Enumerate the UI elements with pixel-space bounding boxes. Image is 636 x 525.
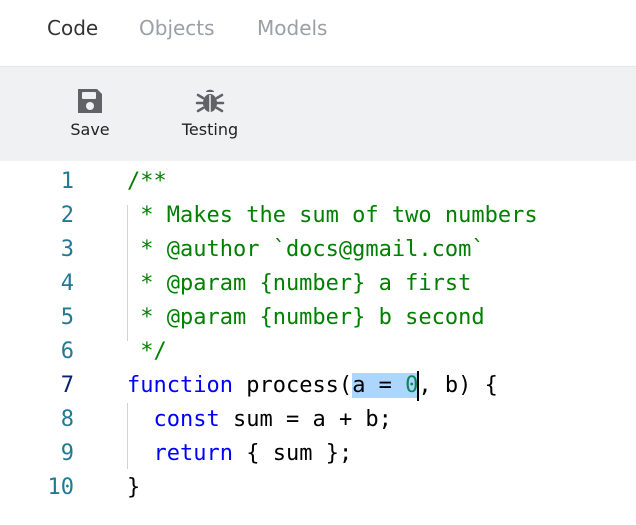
code-token: * @author `docs@gmail.com` <box>127 237 485 262</box>
code-line[interactable]: } <box>127 471 636 505</box>
code-line[interactable]: function process(a = 0, b) { <box>127 369 636 403</box>
line-number: 7 <box>60 373 74 398</box>
code-line[interactable]: * @param {number} b second <box>127 301 636 335</box>
toolbar: Save Testing <box>0 66 636 161</box>
save-icon <box>78 89 102 113</box>
selected-token: a = <box>352 373 406 398</box>
tab-objects[interactable]: Objects <box>139 16 215 40</box>
tab-code[interactable]: Code <box>47 16 98 40</box>
code-editor[interactable]: 1 2 3 4 5 6 7 8 9 10 /** * Makes the sum of two n… <box>0 161 636 525</box>
line-number: 10 <box>47 475 75 500</box>
line-number: 2 <box>60 203 74 228</box>
code-token: process( <box>232 373 353 398</box>
line-number: 3 <box>60 237 74 262</box>
line-number: 8 <box>60 407 74 432</box>
save-label: Save <box>70 120 110 139</box>
code-line[interactable]: const sum = a + b; <box>127 403 636 437</box>
bug-icon <box>195 89 225 113</box>
code-line[interactable]: return { sum }; <box>127 437 636 471</box>
save-button[interactable]: Save <box>66 85 114 149</box>
line-number: 9 <box>60 441 74 466</box>
code-token: sum = a + b; <box>219 407 392 432</box>
code-line[interactable]: */ <box>127 335 636 369</box>
tab-bar: Code Objects Models <box>0 0 636 66</box>
code-line[interactable]: * Makes the sum of two numbers <box>127 199 636 233</box>
tab-models[interactable]: Models <box>257 16 327 40</box>
code-area[interactable]: /** * Makes the sum of two numbers * @au… <box>127 165 636 505</box>
code-token: function <box>127 373 233 398</box>
code-token: const <box>153 407 220 432</box>
line-number: 5 <box>60 305 74 330</box>
code-token: /** <box>127 169 167 194</box>
line-number: 6 <box>60 339 74 364</box>
code-token: } <box>127 475 141 500</box>
code-line[interactable]: /** <box>127 165 636 199</box>
code-line[interactable]: * @param {number} a first <box>127 267 636 301</box>
selected-token: 0 <box>405 373 419 398</box>
code-token: , b) { <box>418 373 498 398</box>
line-number-gutter: 1 2 3 4 5 6 7 8 9 10 <box>0 165 75 505</box>
line-number: 4 <box>60 271 74 296</box>
code-token: return <box>153 441 233 466</box>
testing-button[interactable]: Testing <box>176 85 244 149</box>
code-token: */ <box>127 339 167 364</box>
code-token: * @param {number} a first <box>127 271 472 296</box>
code-token: { sum }; <box>232 441 353 466</box>
code-token: * @param {number} b second <box>127 305 485 330</box>
line-number: 1 <box>60 169 74 194</box>
testing-label: Testing <box>181 120 239 139</box>
code-line[interactable]: * @author `docs@gmail.com` <box>127 233 636 267</box>
code-token: * Makes the sum of two numbers <box>127 203 538 228</box>
